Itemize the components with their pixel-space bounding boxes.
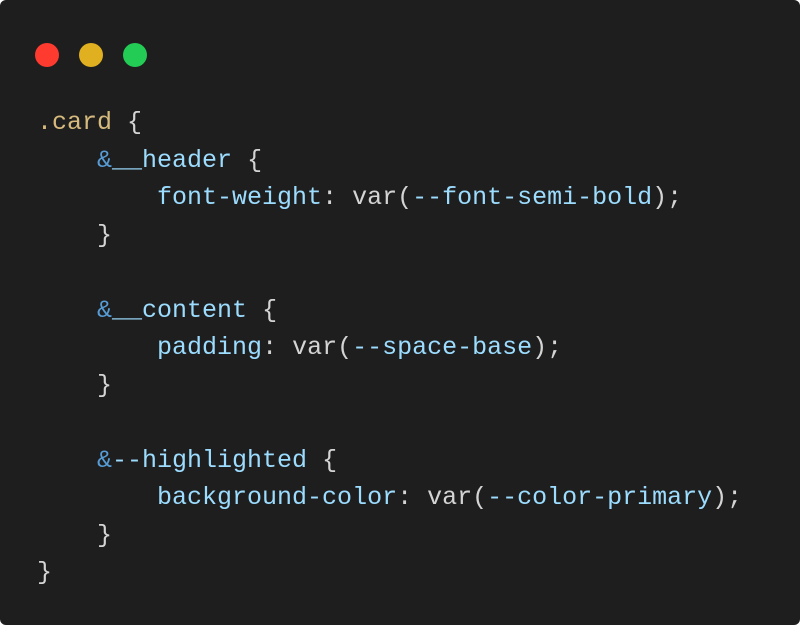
ampersand-token: & xyxy=(97,295,113,325)
punctuation-token: { xyxy=(307,445,338,475)
variable-token: --font-semi-bold xyxy=(412,183,653,212)
punctuation-token xyxy=(37,183,157,212)
punctuation-token: } xyxy=(37,220,113,250)
ampersand-token: & xyxy=(97,445,113,475)
punctuation-token: { xyxy=(112,108,143,137)
code-line: &__content { xyxy=(37,292,742,330)
code-line: } xyxy=(37,517,742,555)
code-line: &--highlighted { xyxy=(37,442,742,480)
code-block: .card { &__header { font-weight: var(--f… xyxy=(37,104,742,592)
punctuation-token xyxy=(37,446,97,475)
punctuation-token: ); xyxy=(712,483,743,512)
punctuation-token: { xyxy=(247,295,278,325)
code-line: background-color: var(--color-primary); xyxy=(37,479,742,517)
punctuation-token: : xyxy=(397,483,428,512)
punctuation-token: { xyxy=(232,145,263,175)
property-token: font-weight xyxy=(157,183,323,212)
nested-selector-token: --highlighted xyxy=(112,445,308,475)
function-token: var xyxy=(352,183,398,212)
property-token: background-color xyxy=(157,483,398,512)
code-line: padding: var(--space-base); xyxy=(37,329,742,367)
selector-token: .card xyxy=(37,108,113,137)
punctuation-token: : xyxy=(262,333,293,362)
punctuation-token: ( xyxy=(397,183,413,212)
punctuation-token xyxy=(37,146,97,175)
punctuation-token: } xyxy=(37,558,53,587)
code-window: .card { &__header { font-weight: var(--f… xyxy=(0,0,800,625)
close-dot-icon[interactable] xyxy=(35,43,59,67)
nested-selector-token: __content xyxy=(112,295,248,325)
property-token: padding xyxy=(157,333,263,362)
nested-selector-token: __header xyxy=(112,145,233,175)
window-controls xyxy=(35,43,147,67)
punctuation-token: ); xyxy=(532,333,563,362)
code-line: } xyxy=(37,554,742,592)
code-line: font-weight: var(--font-semi-bold); xyxy=(37,179,742,217)
code-line: } xyxy=(37,367,742,405)
code-line: } xyxy=(37,217,742,255)
ampersand-token: & xyxy=(97,145,113,175)
punctuation-token xyxy=(37,333,157,362)
variable-token: --space-base xyxy=(352,333,533,362)
punctuation-token: ( xyxy=(337,333,353,362)
punctuation-token: ( xyxy=(472,483,488,512)
punctuation-token: } xyxy=(37,520,113,550)
variable-token: --color-primary xyxy=(487,483,713,512)
function-token: var xyxy=(292,333,338,362)
punctuation-token xyxy=(37,483,157,512)
function-token: var xyxy=(427,483,473,512)
punctuation-token: } xyxy=(37,370,113,400)
punctuation-token xyxy=(37,296,97,325)
code-line: .card { xyxy=(37,104,742,142)
maximize-dot-icon[interactable] xyxy=(123,43,147,67)
minimize-dot-icon[interactable] xyxy=(79,43,103,67)
code-line: &__header { xyxy=(37,142,742,180)
punctuation-token: ); xyxy=(652,183,683,212)
punctuation-token: : xyxy=(322,183,353,212)
